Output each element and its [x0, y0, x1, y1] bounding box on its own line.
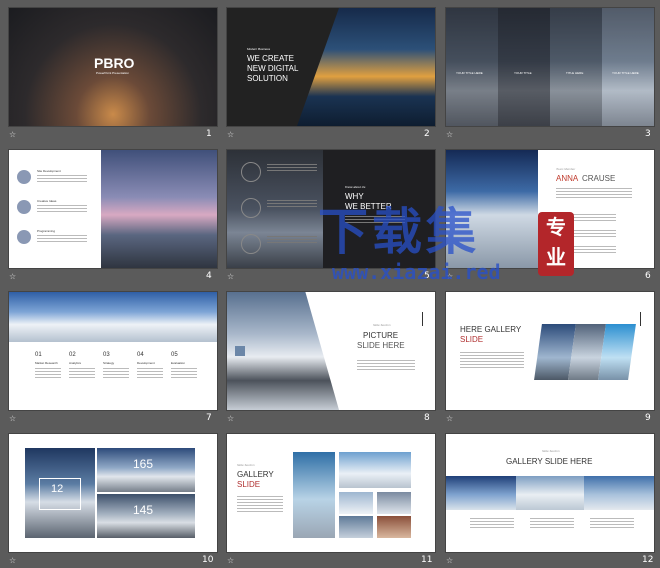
slide-3-label-3: TITLE HERE	[566, 71, 584, 75]
slide-2-line1: WE CREATE	[247, 54, 294, 63]
slide-6-last-name: CRAUSE	[582, 174, 616, 183]
slide-7-label-5: Evaluation	[171, 361, 186, 365]
slide-8-star-icon: ☆	[227, 414, 235, 423]
slide-thumb-4[interactable]: Site Development Creative Ideas Programm…	[9, 150, 217, 268]
slide-4-item-1: Site Development	[37, 169, 61, 173]
slide-10-number: 10	[202, 555, 214, 565]
slide-thumb-7[interactable]: 01 02 03 04 05 Market Research Analytics…	[9, 292, 217, 410]
slide-7-step-4: 04	[137, 352, 144, 358]
slide-7-label-1: Market Research	[35, 361, 58, 365]
slide-5-line1: WHY	[345, 192, 364, 201]
slide-7-number: 7	[206, 413, 212, 423]
slide-11-line1: GALLERY	[237, 470, 274, 479]
slide-8-kicker: Slide Section	[373, 323, 391, 327]
slide-10-big-number-1: 12	[51, 483, 64, 495]
slide-6-star-icon: ☆	[446, 272, 454, 281]
slide-2-kicker: Modern Business	[247, 47, 271, 51]
slide-5-number: 5	[424, 271, 430, 281]
slide-7-step-2: 02	[69, 352, 76, 358]
slide-7-star-icon: ☆	[9, 414, 17, 423]
slide-9-line1: HERE GALLERY	[460, 325, 522, 334]
slide-5-star-icon: ☆	[227, 272, 235, 281]
slide-thumb-11[interactable]: Slide Section GALLERY SLIDE	[227, 434, 435, 552]
slide-8-number: 8	[424, 413, 430, 423]
slide-11-star-icon: ☆	[227, 556, 235, 565]
slide-9-number: 9	[645, 413, 651, 423]
slide-11-line2: SLIDE	[237, 480, 261, 489]
slide-12-title: GALLERY SLIDE HERE	[506, 457, 593, 466]
slide-8-line2: SLIDE HERE	[357, 341, 405, 350]
slide-7-label-3: Strategy	[103, 361, 115, 365]
slide-1-title: PBRO	[94, 55, 135, 71]
slide-4-star-icon: ☆	[9, 272, 17, 281]
slide-4-item-3: Programming	[37, 229, 56, 233]
slide-3-star-icon: ☆	[446, 130, 454, 139]
slide-7-step-1: 01	[35, 352, 42, 358]
slide-4-number: 4	[206, 271, 212, 281]
slide-3-number: 3	[645, 129, 651, 139]
slide-3-label-4: YOUR TITLE HERE	[612, 71, 639, 75]
slide-2-star-icon: ☆	[227, 130, 235, 139]
slide-10-big-number-3: 145	[133, 503, 154, 517]
slide-9-star-icon: ☆	[446, 414, 454, 423]
slide-thumb-2[interactable]: Modern Business WE CREATE NEW DIGITAL SO…	[227, 8, 435, 126]
slide-3-label-2: YOUR TITLE	[514, 71, 532, 75]
slide-1-number: 1	[206, 129, 212, 139]
slide-11-number: 11	[421, 555, 433, 565]
slide-2-line2: NEW DIGITAL	[247, 64, 299, 73]
slide-10-star-icon: ☆	[9, 556, 17, 565]
slide-7-label-4: Development	[137, 361, 155, 365]
slide-12-kicker: Slide Section	[542, 449, 560, 453]
slide-thumb-5[interactable]: Know about Us WHY WE BETTER	[227, 150, 435, 268]
slide-5-kicker: Know about Us	[345, 185, 366, 189]
slide-4-item-2: Creative Ideas	[37, 199, 57, 203]
slide-1-subtitle: PowerPoint Presentation	[96, 71, 130, 75]
slide-7-step-3: 03	[103, 352, 110, 358]
slide-10-big-number-2: 165	[133, 457, 154, 471]
slide-6-first-name: ANNA	[556, 174, 579, 183]
slide-8-line1: PICTURE	[363, 331, 399, 340]
slide-thumb-6[interactable]: Team Member ANNA CRAUSE	[446, 150, 654, 268]
slide-3-label-1: YOUR TITLE HERE	[456, 71, 483, 75]
slide-thumb-10[interactable]: 12 165 145	[9, 434, 217, 552]
slide-6-kicker: Team Member	[556, 167, 576, 171]
slide-2-line3: SOLUTION	[247, 74, 288, 83]
slide-thumb-9[interactable]: HERE GALLERY SLIDE	[446, 292, 654, 410]
slide-thumb-1[interactable]: PBRO PowerPoint Presentation	[9, 8, 217, 126]
slide-6-number: 6	[645, 271, 651, 281]
slide-thumb-8[interactable]: Slide Section PICTURE SLIDE HERE	[227, 292, 435, 410]
slide-7-label-2: Analytics	[69, 361, 82, 365]
slide-7-step-5: 05	[171, 352, 178, 358]
slide-11-kicker: Slide Section	[237, 463, 255, 467]
slide-2-number: 2	[424, 129, 430, 139]
slide-thumb-3[interactable]: YOUR TITLE HERE YOUR TITLE TITLE HERE YO…	[446, 8, 654, 126]
slide-1-star-icon: ☆	[9, 130, 17, 139]
slide-5-line2: WE BETTER	[345, 202, 392, 211]
slide-12-number: 12	[642, 555, 654, 565]
slide-9-line2: SLIDE	[460, 335, 484, 344]
slide-12-star-icon: ☆	[446, 556, 454, 565]
slide-thumb-12[interactable]: Slide Section GALLERY SLIDE HERE	[446, 434, 654, 552]
